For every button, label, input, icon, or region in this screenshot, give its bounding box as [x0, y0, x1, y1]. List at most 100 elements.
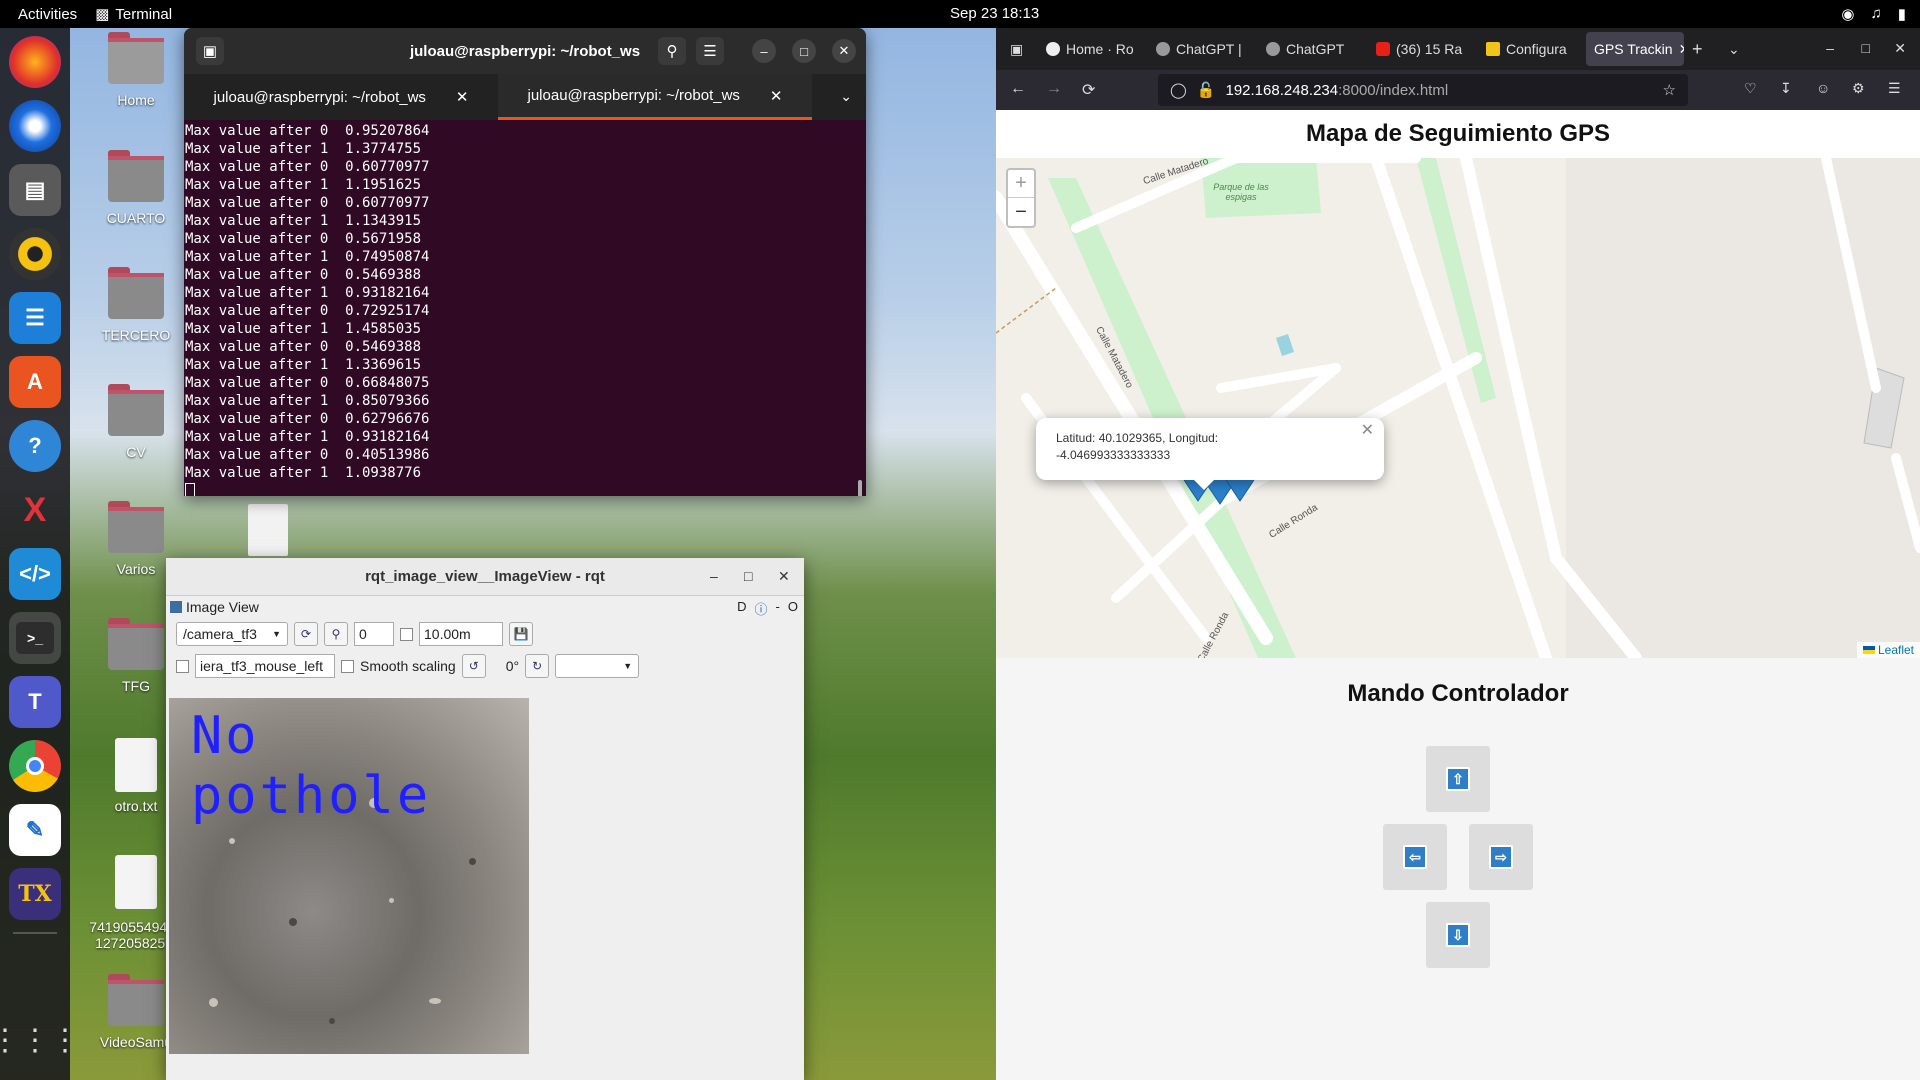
rotate-left-button[interactable]: ↺	[461, 654, 486, 678]
help-icon[interactable]: ?	[9, 420, 61, 472]
browser-tab[interactable]: (36) 15 Ra	[1368, 32, 1478, 66]
dock-minimize-icon[interactable]: -	[776, 599, 780, 618]
smooth-scaling-checkbox[interactable]	[341, 659, 354, 673]
desktop-item-cuarto[interactable]: CUARTO	[86, 150, 186, 226]
extensions-icon[interactable]: ⚙	[1852, 80, 1865, 97]
tab-overview-icon[interactable]: ▣	[1002, 32, 1038, 66]
activities-button[interactable]: Activities	[0, 6, 95, 23]
browser-tab-active[interactable]: GPS Trackin✕	[1586, 32, 1684, 66]
system-tray[interactable]: ◉ ♫ ▮	[1841, 5, 1906, 23]
maximize-icon[interactable]: □	[1862, 40, 1870, 56]
terminal-line: Max value after 1 1.1951625	[185, 177, 422, 193]
browser-nav-bar: ← → ⟳ ◯ 🔓 192.168.248.234:8000/index.htm…	[996, 70, 1920, 110]
lock-icon[interactable]: 🔓	[1197, 81, 1216, 99]
show-apps-icon[interactable]: ⋮⋮⋮	[0, 1023, 80, 1058]
firefox-icon[interactable]	[9, 36, 61, 88]
app-center-icon[interactable]: A	[9, 356, 61, 408]
xmind-icon[interactable]: X	[9, 484, 61, 536]
vscode-icon[interactable]: </>	[9, 548, 61, 600]
terminal-output[interactable]: Max value after 0 0.95207864 Max value af…	[184, 120, 866, 496]
firefox-window[interactable]: ▣ Home · Ro ChatGPT | ChatGPT (36) 15 Ra…	[996, 28, 1920, 1080]
bookmark-star-icon[interactable]: ☆	[1663, 81, 1676, 99]
texstudio-icon[interactable]: TX	[9, 868, 61, 920]
up-button[interactable]: ⇧	[1426, 746, 1490, 812]
zoom-out-button[interactable]: −	[1008, 198, 1034, 226]
menu-icon[interactable]: ☰	[696, 37, 724, 65]
desktop-item-tercero[interactable]: TERCERO	[86, 267, 186, 343]
gps-map[interactable]: Calle Matadero Parque de las espigas Cal…	[996, 158, 1920, 658]
app-menu[interactable]: ▩ Terminal	[95, 5, 172, 24]
close-tab-icon[interactable]: ✕	[456, 88, 469, 106]
close-tab-icon[interactable]: ✕	[770, 87, 783, 105]
minimize-icon[interactable]: –	[752, 39, 776, 63]
zoom-spinbox[interactable]: 0	[354, 622, 394, 646]
mouse-topic-input[interactable]: iera_tf3_mouse_left	[195, 654, 335, 678]
leaflet-attribution[interactable]: Leaflet	[1856, 642, 1920, 658]
desktop-item-home[interactable]: Home	[86, 32, 186, 108]
text-editor-icon[interactable]: ✎	[9, 804, 61, 856]
desktop-item-cv[interactable]: CV	[86, 384, 186, 460]
browser-tab[interactable]: ChatGPT |	[1148, 32, 1258, 66]
terminal-icon[interactable]: >_	[9, 612, 61, 664]
left-button[interactable]: ⇦	[1383, 824, 1447, 890]
pocket-icon[interactable]: ♡	[1744, 80, 1757, 97]
terminal-window[interactable]: ▣ juloau@raspberrypi: ~/robot_ws ⚲ ☰ – □…	[184, 28, 866, 496]
back-icon[interactable]: ←	[1010, 80, 1026, 98]
new-tab-button[interactable]: +	[1684, 32, 1720, 66]
terminal-tab-active[interactable]: juloau@raspberrypi: ~/robot_ws ✕	[498, 74, 812, 120]
popup-close-icon[interactable]: ✕	[1361, 422, 1374, 439]
close-icon[interactable]: ✕	[778, 568, 790, 585]
minimize-icon[interactable]: –	[710, 568, 718, 584]
close-icon[interactable]: ✕	[832, 39, 856, 63]
help-icon[interactable]: ⓘ	[755, 599, 768, 618]
max-range-spinbox[interactable]: 10.00m	[419, 622, 503, 646]
browser-tab[interactable]: ChatGPT	[1258, 32, 1368, 66]
terminal-line: Max value after 0 0.60770977	[185, 195, 430, 211]
terminal-tab[interactable]: juloau@raspberrypi: ~/robot_ws ✕	[184, 74, 498, 120]
browser-tab[interactable]: Configura	[1478, 32, 1586, 66]
url-bar[interactable]: ◯ 🔓 192.168.248.234:8000/index.html ☆	[1158, 74, 1688, 106]
desktop-item-label: TERCERO	[101, 327, 171, 343]
account-icon[interactable]: ☺	[1816, 80, 1830, 96]
dynamic-range-checkbox[interactable]	[400, 627, 413, 641]
app-menu-icon[interactable]: ☰	[1888, 80, 1901, 97]
minimize-icon[interactable]: –	[1826, 40, 1834, 56]
reload-icon[interactable]: ⟳	[1082, 80, 1095, 100]
attribution-link[interactable]: Leaflet	[1878, 643, 1914, 657]
terminal-scrollbar[interactable]	[858, 480, 862, 496]
colorscheme-select[interactable]: ▼	[555, 654, 640, 678]
zoom-in-button[interactable]: +	[1008, 170, 1034, 198]
close-icon[interactable]: ✕	[1894, 40, 1906, 57]
maximize-icon[interactable]: □	[792, 39, 816, 63]
dock-close-icon[interactable]: O	[788, 599, 798, 618]
files-icon[interactable]: ▤	[9, 164, 61, 216]
rhythmbox-icon[interactable]	[9, 228, 61, 280]
github-icon	[1046, 42, 1060, 56]
right-button[interactable]: ⇨	[1469, 824, 1533, 890]
down-button[interactable]: ⇩	[1426, 902, 1490, 968]
chrome-icon[interactable]	[9, 740, 61, 792]
zoom-fit-button[interactable]: ⚲	[324, 622, 348, 646]
teams-icon[interactable]: T	[9, 676, 61, 728]
save-image-button[interactable]: 💾	[509, 622, 533, 646]
tab-list-icon[interactable]: ⌄	[1720, 32, 1756, 66]
tabs-dropdown-icon[interactable]: ⌄	[840, 88, 852, 105]
clock[interactable]: Sep 23 18:13	[950, 5, 1039, 22]
rqt-window[interactable]: rqt_image_view__ImageView - rqt – □ ✕ Im…	[166, 558, 804, 1080]
document-thumbnail-icon[interactable]	[248, 504, 288, 556]
forward-icon[interactable]: →	[1046, 80, 1062, 98]
rotate-right-button[interactable]: ↻	[525, 654, 550, 678]
thunderbird-icon[interactable]	[9, 100, 61, 152]
publish-click-checkbox[interactable]	[176, 659, 189, 673]
writer-icon[interactable]: ☰	[9, 292, 61, 344]
topic-select[interactable]: /camera_tf3 ▼	[176, 622, 288, 646]
shield-icon[interactable]: ◯	[1170, 81, 1187, 99]
browser-tab[interactable]: Home · Ro	[1038, 32, 1148, 66]
refresh-topics-button[interactable]: ⟳	[294, 622, 318, 646]
maximize-icon[interactable]: □	[744, 568, 752, 584]
search-icon[interactable]: ⚲	[658, 37, 686, 65]
download-icon[interactable]: ↧	[1780, 80, 1792, 97]
camera-image[interactable]: No pothole	[169, 698, 529, 1054]
max-range-spinbox-value: 10.00m	[424, 626, 471, 642]
dock-d-button[interactable]: D	[737, 599, 746, 618]
